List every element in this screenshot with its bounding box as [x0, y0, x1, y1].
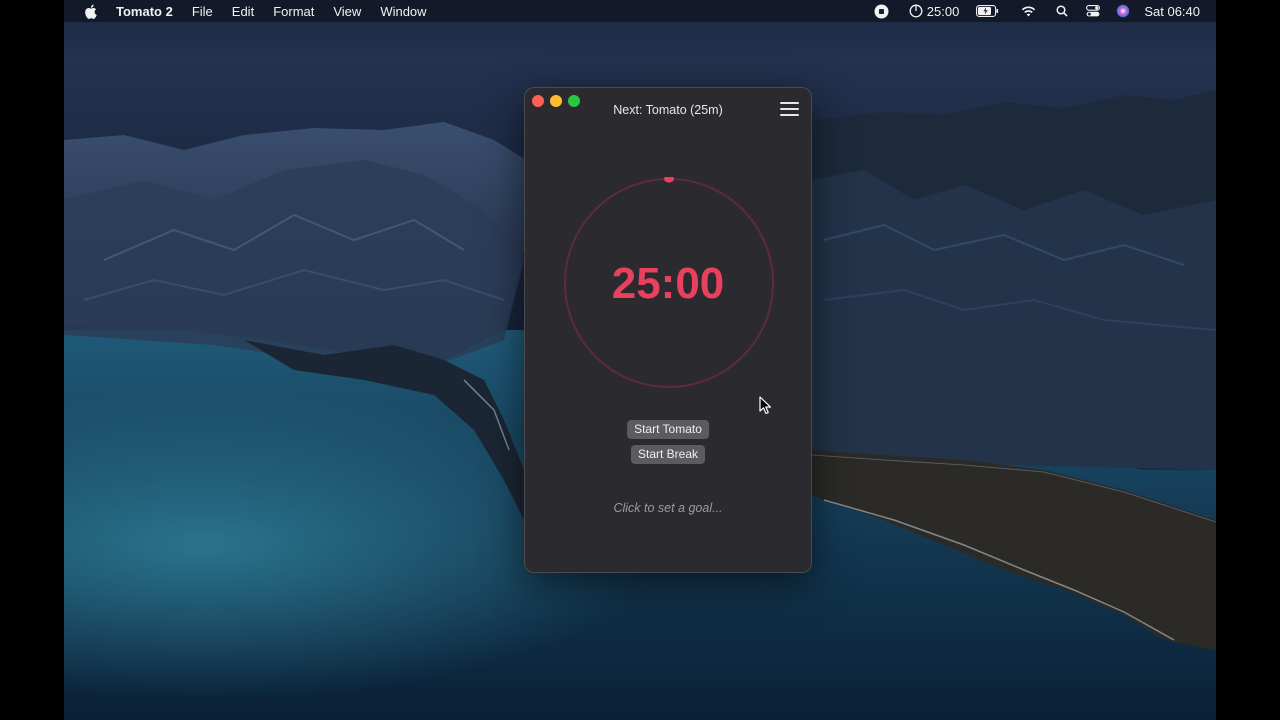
start-tomato-button[interactable]: Start Tomato — [627, 420, 709, 439]
timer-icon — [909, 4, 923, 18]
menu-app-name[interactable]: Tomato 2 — [116, 4, 173, 19]
menu-edit[interactable]: Edit — [232, 4, 254, 19]
timer-display: 25:00 — [611, 259, 725, 308]
siri-icon[interactable] — [1116, 0, 1130, 22]
control-center-icon[interactable] — [1086, 0, 1101, 22]
menu-format[interactable]: Format — [273, 4, 314, 19]
battery-icon[interactable] — [976, 0, 999, 22]
menu-bar-clock[interactable]: Sat 06:40 — [1144, 4, 1200, 19]
hamburger-menu-icon[interactable] — [780, 102, 799, 116]
menu-file[interactable]: File — [192, 4, 213, 19]
wifi-icon[interactable] — [1021, 0, 1036, 22]
start-break-button[interactable]: Start Break — [630, 445, 706, 464]
screen-recording-icon[interactable] — [874, 0, 889, 22]
timer-progress-handle — [664, 177, 674, 183]
menu-window[interactable]: Window — [380, 4, 426, 19]
menu-bar: Tomato 2 File Edit Format View Window 25… — [64, 0, 1216, 22]
spotlight-search-icon[interactable] — [1056, 0, 1068, 22]
menu-view[interactable]: View — [333, 4, 361, 19]
goal-field[interactable]: Click to set a goal... — [525, 501, 811, 515]
mouse-cursor-icon — [759, 396, 772, 415]
apple-icon[interactable] — [82, 3, 98, 19]
menu-bar-timer[interactable]: 25:00 — [909, 3, 960, 19]
tomato-window: Next: Tomato (25m) 25:00 Start Tomato St… — [524, 87, 812, 573]
menu-bar-status: 25:00 Sat 06:40 — [874, 0, 1200, 22]
menu-bar-timer-text: 25:00 — [926, 3, 960, 19]
window-title: Next: Tomato (25m) — [613, 103, 723, 117]
menu-bar-left: Tomato 2 File Edit Format View Window — [64, 0, 446, 22]
